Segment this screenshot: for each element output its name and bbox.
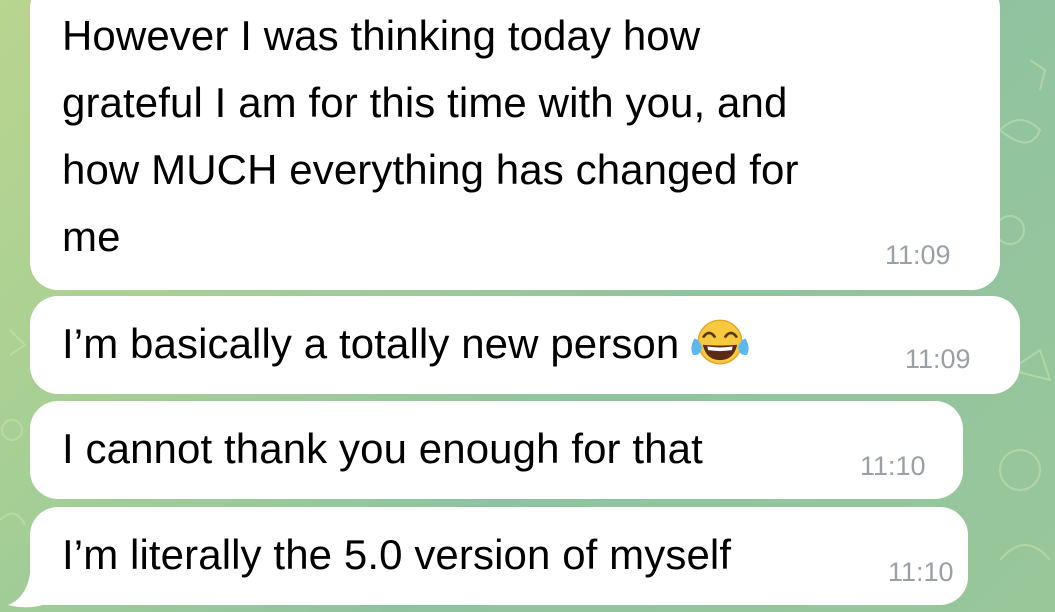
message-bubble[interactable]: I cannot thank you enough for that 11:10 bbox=[30, 401, 963, 499]
message-text-line: However I was thinking today how bbox=[62, 12, 701, 59]
message-text-content: I’m basically a totally new person bbox=[62, 320, 680, 367]
message-text-line: me bbox=[62, 213, 121, 260]
message-time: 11:09 bbox=[885, 240, 951, 270]
message-text: I’m basically a totally new person bbox=[62, 310, 749, 377]
message-text-line: grateful I am for this time with you, an… bbox=[62, 79, 788, 126]
message-text: I’m literally the 5.0 version of myself bbox=[62, 531, 732, 578]
message-time: 11:09 bbox=[905, 344, 971, 374]
message-bubble[interactable]: However I was thinking today how gratefu… bbox=[30, 0, 1000, 290]
message-text: I cannot thank you enough for that bbox=[62, 425, 703, 472]
message-time: 11:10 bbox=[860, 451, 926, 481]
face-with-tears-of-joy-icon bbox=[691, 319, 749, 365]
bubble-tail bbox=[8, 574, 46, 608]
message-bubble[interactable]: I’m basically a totally new person 11:09 bbox=[30, 296, 1020, 394]
message-time: 11:10 bbox=[888, 557, 954, 587]
message-bubble[interactable]: I’m literally the 5.0 version of myself … bbox=[30, 507, 968, 605]
message-text-line: how MUCH everything has changed for bbox=[62, 146, 799, 193]
